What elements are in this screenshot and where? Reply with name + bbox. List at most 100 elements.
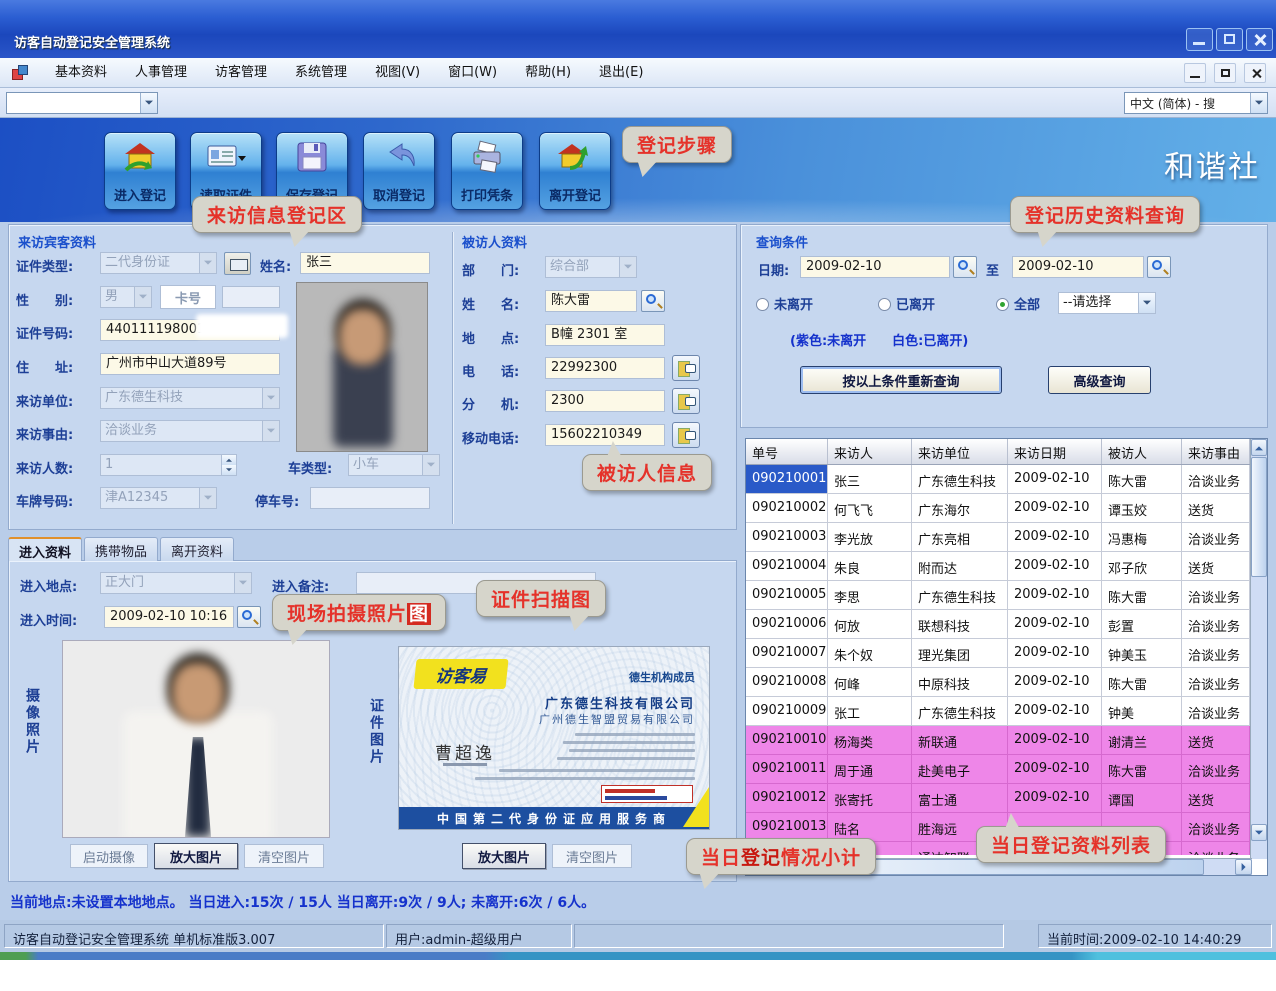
mdi-restore-button[interactable] [1214, 63, 1236, 83]
radio-not-left[interactable]: 未离开 [756, 294, 813, 313]
close-button[interactable] [1246, 28, 1273, 51]
table-row[interactable]: 090210008 何峰 中原科技 2009-02-10 陈大雷 洽谈业务 [746, 668, 1267, 697]
card-number-button[interactable]: 卡号 [160, 285, 216, 309]
clear-photo-button[interactable]: 清空图片 [244, 844, 324, 868]
ext-field[interactable]: 2300 [545, 390, 665, 412]
date-from-field[interactable]: 2009-02-10 [800, 256, 950, 278]
dial-mobile-button[interactable] [672, 422, 700, 448]
tab-entry-info[interactable]: 进入资料 [8, 537, 82, 561]
card-reader-button[interactable] [224, 252, 251, 275]
taskbar-edge [0, 952, 1276, 960]
phone-field[interactable]: 22992300 [545, 357, 665, 379]
interviewee-lookup-button[interactable] [641, 290, 665, 312]
mdi-close-button[interactable] [1244, 63, 1266, 83]
dept-select[interactable]: 综合部 [545, 256, 637, 278]
menu-window[interactable]: 窗口(W) [434, 58, 511, 88]
visitor-name-field[interactable]: 张三 [300, 252, 430, 274]
entry-time-label: 进入时间: [20, 610, 77, 629]
vehicle-type-select[interactable]: 小车 [348, 454, 440, 476]
enter-register-button[interactable]: 进入登记 [104, 132, 176, 210]
spin-down-icon[interactable] [222, 465, 236, 475]
table-row[interactable]: 090210005 李思 广东德生科技 2009-02-10 陈大雷 洽谈业务 [746, 581, 1267, 610]
table-row[interactable]: 090210004 朱良 附而达 2009-02-10 邓子欣 送货 [746, 552, 1267, 581]
table-row[interactable]: 090210012 张寄托 富士通 2009-02-10 谭国 送货 [746, 784, 1267, 813]
gender-select[interactable]: 男 [100, 286, 152, 308]
date-from-picker-button[interactable] [953, 256, 977, 278]
address-field[interactable]: 广州市中山大道89号 [100, 353, 280, 375]
dial-phone-button[interactable] [672, 355, 700, 381]
visitor-count-stepper[interactable]: 1 [100, 454, 237, 476]
toolbar-combobox[interactable] [6, 92, 158, 114]
entry-time-field[interactable]: 2009-02-10 10:16 [104, 606, 234, 628]
spin-up-icon[interactable] [222, 455, 236, 465]
col-visitor[interactable]: 来访人 [828, 439, 912, 464]
col-reason[interactable]: 来访事由 [1182, 439, 1250, 464]
radio-checked-icon [996, 298, 1009, 311]
card-number-field[interactable] [222, 286, 280, 308]
restore-button[interactable] [1216, 28, 1243, 51]
parking-field[interactable] [310, 487, 430, 509]
id-type-select[interactable]: 二代身份证 [100, 252, 217, 274]
enlarge-card-button[interactable]: 放大图片 [462, 843, 546, 869]
radio-all[interactable]: 全部 [996, 294, 1040, 313]
leave-register-button[interactable]: 离开登记 [539, 132, 611, 210]
id-type-label: 证件类型: [16, 256, 73, 275]
date-to-picker-button[interactable] [1147, 256, 1171, 278]
callout-steps: 登记步骤 [622, 126, 732, 163]
leave-home-icon [556, 140, 594, 176]
col-order-no[interactable]: 单号 [746, 439, 828, 464]
col-interviewee[interactable]: 被访人 [1102, 439, 1182, 464]
filter-select[interactable]: --请选择 [1058, 292, 1156, 314]
history-table: 单号 来访人 来访单位 来访日期 被访人 来访事由 090210001 张三 广… [745, 438, 1268, 876]
company-label: 来访单位: [16, 391, 73, 410]
mdi-minimize-button[interactable] [1184, 63, 1206, 83]
vertical-scroll-thumb[interactable] [1251, 457, 1267, 577]
reason-select[interactable]: 洽谈业务 [100, 420, 280, 442]
scroll-up-button[interactable] [1251, 439, 1267, 456]
interviewee-name-field[interactable]: 陈大雷 [545, 290, 637, 312]
table-row[interactable]: 090210006 何放 联想科技 2009-02-10 彭置 洽谈业务 [746, 610, 1267, 639]
table-row[interactable]: 090210001 张三 广东德生科技 2009-02-10 陈大雷 洽谈业务 [746, 465, 1267, 494]
requery-button[interactable]: 按以上条件重新查询 [800, 366, 1002, 394]
vertical-scrollbar[interactable] [1250, 439, 1267, 859]
language-combobox[interactable]: 中文 (简体) - 搜 [1124, 92, 1268, 114]
plate-select[interactable]: 津A12345 [100, 487, 217, 509]
table-row[interactable]: 090210010 杨海类 新联通 2009-02-10 谢清兰 送货 [746, 726, 1267, 755]
table-row[interactable]: 090210011 周于通 赴美电子 2009-02-10 陈大雷 洽谈业务 [746, 755, 1267, 784]
print-slip-button[interactable]: 打印凭条 [451, 132, 523, 210]
company-select[interactable]: 广东德生科技 [100, 387, 280, 409]
table-row[interactable]: 090210002 何飞飞 广东海尔 2009-02-10 谭玉姣 送货 [746, 494, 1267, 523]
undo-arrow-icon [380, 140, 418, 176]
radio-left[interactable]: 已离开 [878, 294, 935, 313]
date-to-field[interactable]: 2009-02-10 [1012, 256, 1144, 278]
menu-view[interactable]: 视图(V) [361, 58, 434, 88]
menu-visitor[interactable]: 访客管理 [201, 58, 281, 88]
menu-basic-data[interactable]: 基本资料 [41, 58, 121, 88]
enlarge-photo-button[interactable]: 放大图片 [154, 843, 238, 869]
dial-ext-button[interactable] [672, 388, 700, 414]
clear-card-button[interactable]: 清空图片 [552, 844, 632, 868]
col-company[interactable]: 来访单位 [912, 439, 1008, 464]
menu-exit[interactable]: 退出(E) [585, 58, 657, 88]
location-field[interactable]: B幢 2301 室 [545, 324, 665, 346]
tab-leave-info[interactable]: 离开资料 [160, 537, 234, 561]
scroll-right-button[interactable] [1235, 859, 1252, 875]
mobile-field[interactable]: 15602210349 [545, 424, 665, 446]
minimize-button[interactable] [1186, 28, 1213, 51]
advanced-query-button[interactable]: 高级查询 [1048, 366, 1151, 394]
cancel-register-button[interactable]: 取消登记 [363, 132, 435, 210]
table-row[interactable]: 090210003 李光放 广东亮相 2009-02-10 冯惠梅 洽谈业务 [746, 523, 1267, 552]
menu-system[interactable]: 系统管理 [281, 58, 361, 88]
scroll-down-button[interactable] [1251, 824, 1267, 841]
entry-location-select[interactable]: 正大门 [100, 572, 252, 594]
entry-time-picker-button[interactable] [237, 606, 261, 628]
card-member-text: 德生机构成员 [629, 669, 695, 685]
search-icon [242, 610, 252, 620]
menu-hr[interactable]: 人事管理 [121, 58, 201, 88]
table-row[interactable]: 090210009 张工 广东德生科技 2009-02-10 钟美 洽谈业务 [746, 697, 1267, 726]
tab-carried-items[interactable]: 携带物品 [84, 537, 158, 561]
col-date[interactable]: 来访日期 [1008, 439, 1102, 464]
menu-help[interactable]: 帮助(H) [511, 58, 585, 88]
table-row[interactable]: 090210007 朱个奴 理光集团 2009-02-10 钟美玉 洽谈业务 [746, 639, 1267, 668]
start-camera-button[interactable]: 启动摄像 [70, 844, 148, 868]
